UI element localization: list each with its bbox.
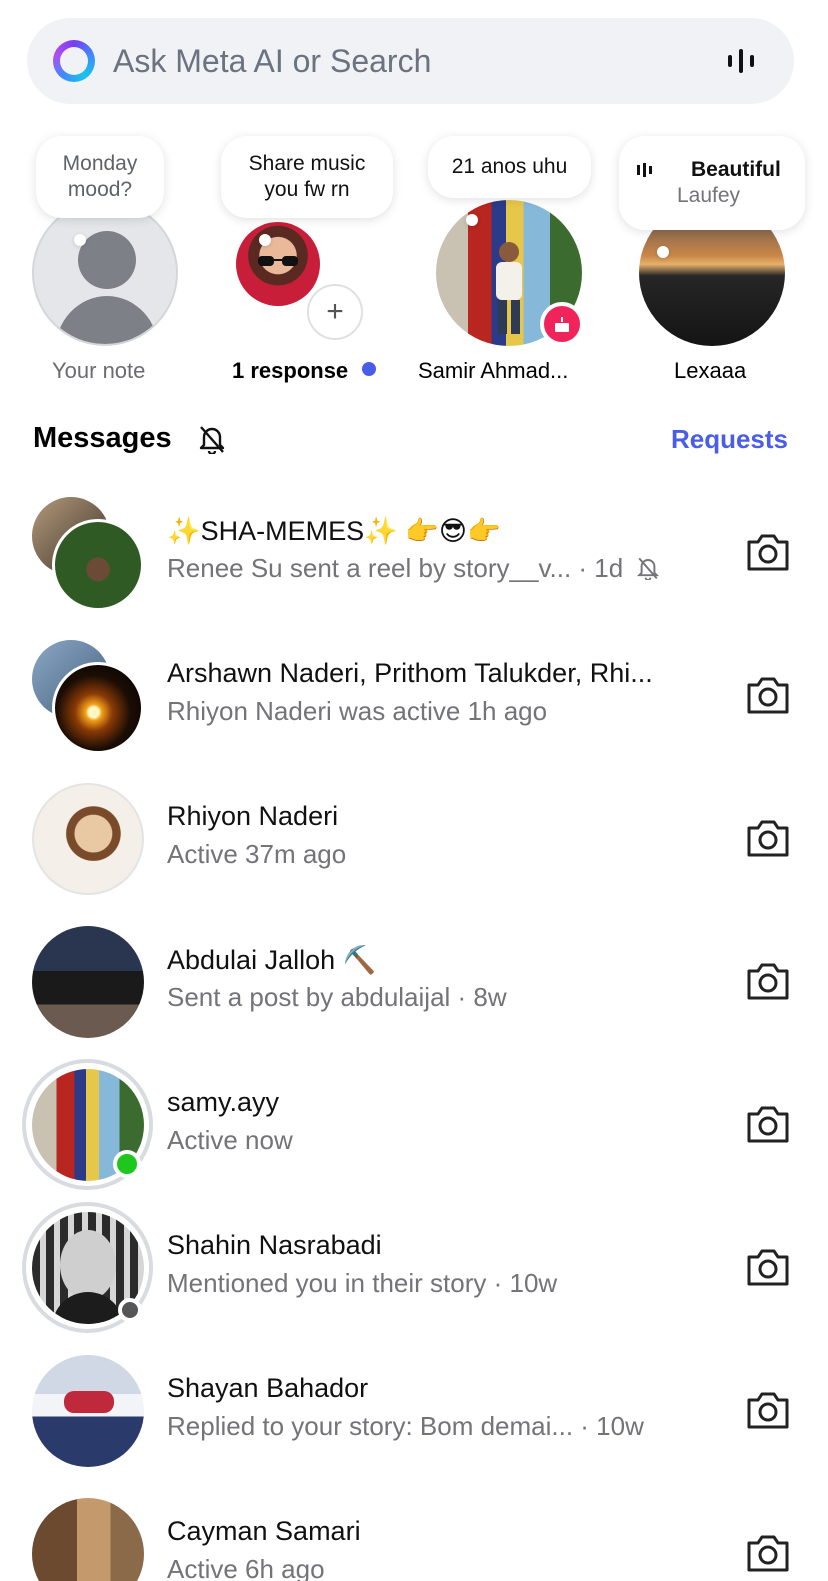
online-status-dot	[113, 1150, 141, 1178]
notes-row: Monday mood? Your note + Share music you…	[0, 130, 828, 400]
preview-text: Renee Su sent a reel by story__v... · 1d	[167, 553, 624, 583]
muted-bell-icon	[637, 557, 660, 581]
note-avatar[interactable]	[236, 222, 320, 306]
conversation-row[interactable]: ✨SHA-MEMES✨ 👉😎👉 Renee Su sent a reel by …	[0, 497, 828, 640]
conversation-row[interactable]: Shayan Bahador Replied to your story: Bo…	[0, 1355, 828, 1498]
song-artist: Laufey	[677, 184, 741, 207]
note-bubble-text: Share music you fw rn	[248, 152, 366, 201]
song-title: Beautiful	[691, 158, 781, 181]
note-bubble-text: Monday mood?	[62, 152, 138, 201]
conversation-preview: Active 37m ago	[167, 839, 347, 869]
conversation-preview: Replied to your story: Bom demai... · 10…	[167, 1411, 644, 1441]
note-label: Your note	[52, 358, 146, 383]
group-avatar	[32, 640, 144, 754]
cake-icon	[555, 317, 569, 332]
note-bubble[interactable]: Monday mood?	[36, 136, 164, 218]
camera-icon[interactable]	[745, 960, 791, 1002]
your-note-avatar[interactable]	[32, 200, 178, 346]
meta-ai-icon[interactable]	[53, 40, 95, 82]
conversation-preview: Sent a post by abdulaijal · 8w	[167, 982, 507, 1012]
voice-waveform-icon[interactable]	[728, 49, 754, 73]
search-input[interactable]: Ask Meta AI or Search	[113, 43, 794, 80]
note-bubble-music[interactable]: Beautiful Laufey	[619, 136, 805, 230]
messages-title: Messages	[33, 422, 172, 454]
conversation-row[interactable]: Abdulai Jalloh ⛏️ Sent a post by abdulai…	[0, 926, 828, 1069]
avatar	[32, 783, 144, 895]
conversation-row[interactable]: samy.ayy Active now	[0, 1059, 828, 1212]
avatar	[32, 926, 144, 1038]
conversation-name: ✨SHA-MEMES✨ 👉😎👉	[167, 516, 501, 546]
note-label: Samir Ahmad...	[418, 358, 569, 383]
search-bar[interactable]: Ask Meta AI or Search	[27, 18, 794, 104]
birthday-badge	[540, 302, 584, 346]
music-bars-icon	[637, 163, 652, 177]
conversation-name: Arshawn Naderi, Prithom Talukder, Rhi...	[167, 658, 653, 688]
conversation-name: Shahin Nasrabadi	[167, 1230, 382, 1260]
camera-icon[interactable]	[745, 1246, 791, 1288]
conversation-preview: Renee Su sent a reel by story__v... · 1d	[167, 553, 660, 584]
messages-header: Messages Requests	[33, 420, 793, 460]
conversation-name: Cayman Samari	[167, 1516, 361, 1546]
conversation-preview: Active 6h ago	[167, 1554, 325, 1581]
camera-icon[interactable]	[745, 1103, 791, 1145]
camera-icon[interactable]	[745, 1532, 791, 1574]
note-label: 1 response	[232, 358, 377, 384]
unread-dot	[362, 362, 377, 376]
default-user-icon	[55, 231, 159, 344]
avatar	[32, 1498, 144, 1581]
avatar	[32, 1355, 144, 1467]
conversation-row[interactable]: Shahin Nasrabadi Mentioned you in their …	[0, 1202, 828, 1355]
conversation-name: Abdulai Jalloh ⛏️	[167, 945, 377, 975]
conversation-row[interactable]: Cayman Samari Active 6h ago	[0, 1498, 828, 1581]
add-note-button[interactable]: +	[307, 284, 363, 340]
conversation-preview: Rhiyon Naderi was active 1h ago	[167, 696, 548, 726]
note-bubble-text: 21 anos uhu	[451, 155, 568, 178]
camera-icon[interactable]	[745, 531, 791, 573]
camera-icon[interactable]	[745, 1389, 791, 1431]
bubble-tail	[657, 246, 669, 258]
sunglasses-icon	[258, 256, 298, 266]
camera-icon[interactable]	[745, 817, 791, 859]
conversation-name: Shayan Bahador	[167, 1373, 369, 1403]
conversation-row[interactable]: Arshawn Naderi, Prithom Talukder, Rhi...…	[0, 640, 828, 783]
bubble-tail	[466, 214, 478, 226]
bell-off-icon[interactable]	[198, 424, 226, 454]
conversation-preview: Active now	[167, 1125, 293, 1155]
conversation-name: samy.ayy	[167, 1087, 280, 1117]
group-avatar	[32, 497, 144, 611]
conversation-row[interactable]: Rhiyon Naderi Active 37m ago	[0, 783, 828, 926]
bubble-tail	[74, 234, 86, 246]
camera-icon[interactable]	[745, 674, 791, 716]
plus-icon: +	[326, 295, 344, 328]
requests-link[interactable]: Requests	[671, 424, 788, 455]
bubble-tail	[259, 234, 271, 246]
note-label-text: 1 response	[232, 358, 349, 383]
note-bubble[interactable]: Share music you fw rn	[221, 136, 393, 218]
note-bubble[interactable]: 21 anos uhu	[428, 136, 591, 198]
conversation-name: Rhiyon Naderi	[167, 801, 339, 831]
note-label: Lexaaa	[674, 358, 747, 383]
conversation-preview: Mentioned you in their story · 10w	[167, 1268, 558, 1298]
status-dot	[118, 1298, 142, 1322]
